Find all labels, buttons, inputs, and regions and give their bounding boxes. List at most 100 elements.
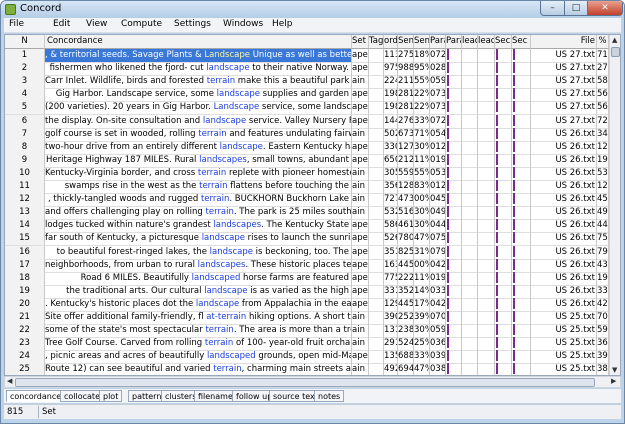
menu-help[interactable]: Help bbox=[272, 19, 293, 29]
concordance-line[interactable]: . Kentucky's historic places dot the lan… bbox=[45, 297, 352, 312]
concordance-line[interactable]: neighborhoods, from urban to rural lands… bbox=[45, 258, 352, 273]
col-header-sect[interactable]: Sec bbox=[495, 35, 512, 49]
col-header-pct[interactable]: % bbox=[597, 35, 609, 49]
sent-cell: 128 bbox=[398, 180, 414, 194]
concordance-line[interactable]: Route 12) can see beautiful and varied t… bbox=[45, 363, 352, 375]
concordance-grid[interactable]: N Concordance Set Tag ord Sen Sen Para P… bbox=[4, 34, 621, 376]
table-row[interactable]: 8 two-hour drive from an entirely differe… bbox=[5, 140, 609, 155]
table-row[interactable]: 3 Carr Inlet. Wildlife, birds and foreste… bbox=[5, 75, 609, 90]
title-bar[interactable]: Concord – □ ✕ bbox=[1, 1, 624, 18]
table-row[interactable]: 14 lodges tucked within nature's grandest… bbox=[5, 219, 609, 234]
concordance-line[interactable]: , picnic areas and acres of beautifully … bbox=[45, 350, 352, 365]
col-header-file[interactable]: File bbox=[531, 35, 597, 49]
table-row[interactable]: 7 golf course is set in wooded, rolling t… bbox=[5, 127, 609, 142]
table-row[interactable]: 12, thickly-tangled woods and rugged ter… bbox=[5, 193, 609, 208]
horizontal-scrollbar[interactable]: ◀ ▶ bbox=[4, 376, 621, 388]
concordance-line[interactable]: Road 6 MILES. Beautifully landscaped hor… bbox=[45, 271, 352, 286]
col-header-para-pos[interactable]: Para bbox=[446, 35, 462, 49]
concordance-line[interactable]: two-hour drive from an entirely differen… bbox=[45, 140, 352, 155]
tab-concordance[interactable]: concordance bbox=[6, 390, 66, 402]
word-pos-cell: 135 bbox=[384, 350, 398, 365]
sect-cell bbox=[495, 311, 512, 325]
concordance-line[interactable]: fishermen who likened the fjord- cut lan… bbox=[45, 62, 352, 77]
concordance-line[interactable]: the traditional arts. Our cultural lands… bbox=[45, 284, 352, 299]
concordance-line[interactable]: the display. On-site consultation and la… bbox=[45, 114, 352, 129]
table-row[interactable]: 6 the display. On-site consultation and l… bbox=[5, 114, 609, 129]
concordance-line[interactable]: Tree Golf Course. Carved from rolling te… bbox=[45, 337, 352, 352]
concordance-line[interactable]: some of the state's most spectacular ter… bbox=[45, 324, 352, 339]
scroll-down-icon[interactable]: ▼ bbox=[612, 366, 617, 374]
scroll-up-icon[interactable]: ▲ bbox=[612, 36, 617, 44]
menu-edit[interactable]: Edit bbox=[53, 19, 70, 29]
table-row[interactable]: 25 Route 12) can see beautiful and varied… bbox=[5, 363, 609, 375]
concordance-line[interactable]: swamps rise in the west as the terrain f… bbox=[45, 180, 352, 194]
concordance-line[interactable]: golf course is set in wooded, rolling te… bbox=[45, 127, 352, 142]
tag-cell bbox=[369, 363, 384, 375]
col-header-para[interactable]: Para bbox=[430, 35, 446, 49]
concordance-line[interactable]: , thickly-tangled woods and rugged terra… bbox=[45, 193, 352, 208]
para-pos-cell bbox=[446, 140, 462, 155]
scroll-right-icon[interactable]: ▶ bbox=[611, 377, 616, 385]
table-row[interactable]: 15 far south of Kentucky, a picturesque l… bbox=[5, 232, 609, 247]
menu-file[interactable]: File bbox=[9, 19, 24, 29]
table-row[interactable]: 17 neighborhoods, from urban to rural lan… bbox=[5, 258, 609, 273]
minimize-button[interactable]: – bbox=[540, 1, 565, 16]
table-row[interactable]: 23 Tree Golf Course. Carved from rolling … bbox=[5, 337, 609, 352]
concordance-line[interactable]: lodges tucked within nature's grandest l… bbox=[45, 219, 352, 234]
row-number: 4 bbox=[5, 88, 45, 103]
table-row[interactable]: 5 (200 varieties). 20 years in Gig Harbor… bbox=[5, 101, 609, 116]
menu-settings[interactable]: Settings bbox=[174, 19, 211, 29]
table-row[interactable]: 9 Heritage Highway 187 MILES. Rural lands… bbox=[5, 153, 609, 168]
col-header-sent[interactable]: Sen bbox=[398, 35, 414, 49]
col-header-sect-pos[interactable]: Sec bbox=[512, 35, 531, 49]
file-cell: US 25.txt bbox=[531, 350, 597, 365]
table-row[interactable]: 16 to beautiful forest-ringed lakes, the … bbox=[5, 245, 609, 260]
concordance-line[interactable]: and offers challenging play on rolling t… bbox=[45, 206, 352, 221]
table-row[interactable]: 2 fishermen who likened the fjord- cut la… bbox=[5, 62, 609, 77]
maximize-button[interactable]: □ bbox=[564, 1, 588, 16]
concordance-line[interactable]: Kentucky-Virginia border, and cross terr… bbox=[45, 166, 352, 181]
scroll-left-icon[interactable]: ◀ bbox=[7, 377, 12, 385]
table-row[interactable]: 13 and offers challenging play on rolling… bbox=[5, 206, 609, 221]
context-left: the traditional arts. Our cultural bbox=[66, 285, 205, 296]
col-header-concordance[interactable]: Concordance bbox=[45, 35, 352, 49]
context-right: grounds, open mid-March bbox=[258, 351, 351, 362]
table-row[interactable]: 10 Kentucky-Virginia border, and cross te… bbox=[5, 166, 609, 181]
close-button[interactable]: ✕ bbox=[587, 1, 623, 16]
concordance-line[interactable]: Carr Inlet. Wildlife, birds and forested… bbox=[45, 75, 352, 90]
search-word: at-terrain bbox=[206, 312, 247, 322]
table-row[interactable]: 21 Site offer additional family-friendly,… bbox=[5, 311, 609, 325]
concordance-line[interactable]: far south of Kentucky, a picturesque lan… bbox=[45, 232, 352, 247]
table-row[interactable]: 19 the traditional arts. Our cultural lan… bbox=[5, 284, 609, 299]
col-header-head-pos[interactable]: lead bbox=[478, 35, 495, 49]
table-row[interactable]: 18 Road 6 MILES. Beautifully landscaped h… bbox=[5, 271, 609, 286]
concordance-line[interactable]: to beautiful forest-ringed lakes, the la… bbox=[45, 245, 352, 260]
table-row[interactable]: 11 swamps rise in the west as the terrain… bbox=[5, 180, 609, 194]
table-row[interactable]: 22 some of the state's most spectacular t… bbox=[5, 324, 609, 339]
search-word: landscape bbox=[202, 115, 247, 126]
col-header-set[interactable]: Set bbox=[352, 35, 369, 49]
table-row[interactable]: 1, & territorial seeds. Savage Plants & … bbox=[5, 49, 609, 63]
menu-windows[interactable]: Windows bbox=[223, 19, 263, 29]
horizontal-scroll-thumb[interactable] bbox=[15, 378, 595, 387]
table-row[interactable]: 24, picnic areas and acres of beautifull… bbox=[5, 350, 609, 365]
tab-notes[interactable]: notes bbox=[314, 390, 345, 402]
search-word: terrain bbox=[206, 76, 236, 87]
menu-compute[interactable]: Compute bbox=[121, 19, 162, 29]
concordance-line[interactable]: Site offer additional family-friendly, f… bbox=[45, 311, 352, 325]
col-header-sent-pos[interactable]: Sen bbox=[414, 35, 430, 49]
table-row[interactable]: 4 Gig Harbor. Landscape service, some lan… bbox=[5, 88, 609, 103]
col-header-tag[interactable]: Tag bbox=[369, 35, 384, 49]
vertical-scrollbar[interactable]: ▲ ▼ bbox=[609, 35, 620, 375]
concordance-line[interactable]: , & territorial seeds. Savage Plants & L… bbox=[45, 49, 352, 63]
concordance-line[interactable]: Gig Harbor. Landscape service, some land… bbox=[45, 88, 352, 103]
menu-view[interactable]: View bbox=[86, 19, 107, 29]
tab-plot[interactable]: plot bbox=[99, 390, 123, 402]
col-header-head[interactable]: lead bbox=[462, 35, 478, 49]
col-header-word[interactable]: ord bbox=[384, 35, 398, 49]
table-row[interactable]: 20. Kentucky's historic places dot the l… bbox=[5, 297, 609, 312]
vertical-scroll-thumb[interactable] bbox=[611, 47, 620, 57]
col-header-n[interactable]: N bbox=[5, 35, 45, 49]
concordance-line[interactable]: (200 varieties). 20 years in Gig Harbor.… bbox=[45, 101, 352, 116]
concordance-line[interactable]: Heritage Highway 187 MILES. Rural landsc… bbox=[45, 153, 352, 168]
